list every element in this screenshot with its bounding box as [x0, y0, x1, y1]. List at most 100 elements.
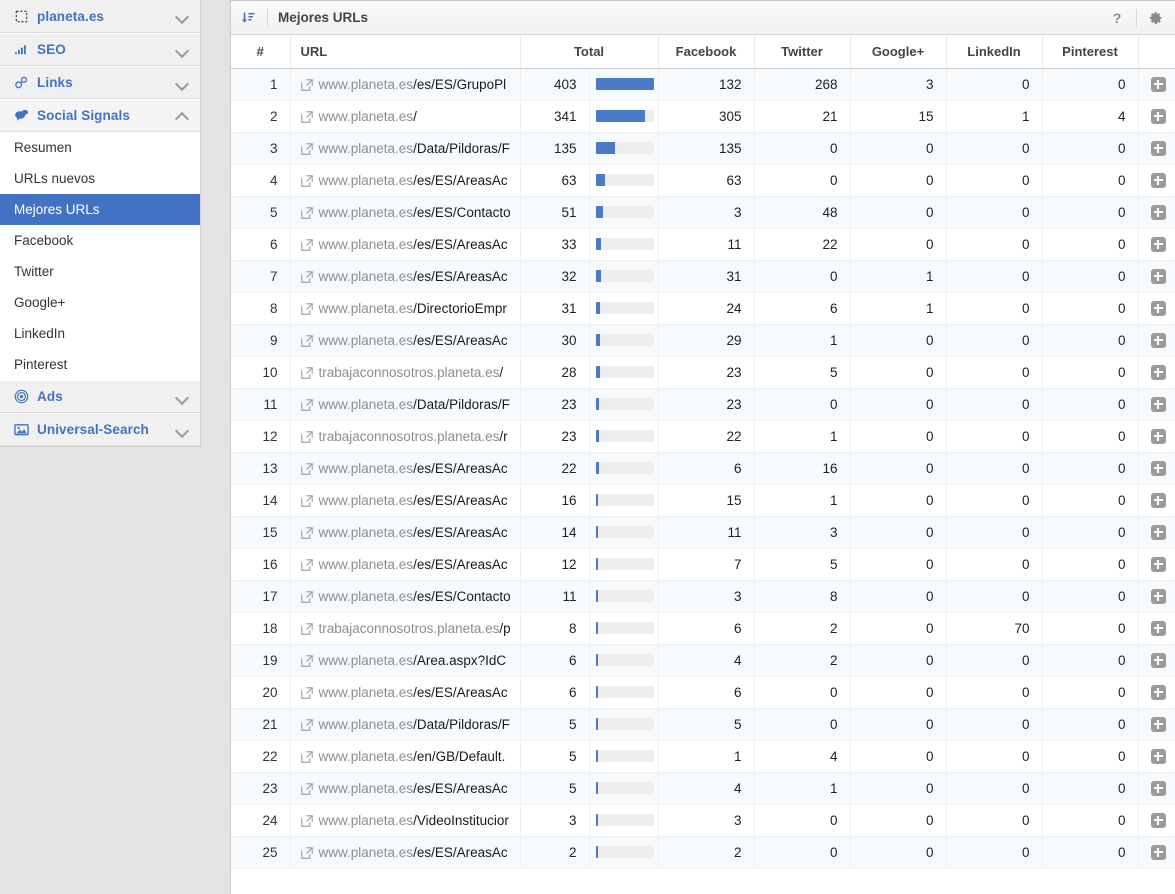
- expand-row-button[interactable]: [1150, 108, 1166, 124]
- chevron-down-icon[interactable]: [176, 43, 190, 57]
- expand-row-button[interactable]: [1150, 652, 1166, 668]
- cell-url[interactable]: trabajaconnosotros.planeta.es/: [290, 356, 521, 389]
- cell-url[interactable]: www.planeta.es/es/ES/AreasAc: [290, 772, 521, 805]
- cell-url[interactable]: www.planeta.es/es/ES/AreasAc: [290, 452, 521, 485]
- col-url[interactable]: URL: [290, 35, 521, 69]
- table-row[interactable]: 19 www.planeta.es/Area.aspx?IdC 6 4 2 0 0 0: [231, 644, 1175, 677]
- expand-row-button[interactable]: [1150, 556, 1166, 572]
- expand-row-button[interactable]: [1150, 396, 1166, 412]
- cell-url[interactable]: www.planeta.es/: [290, 100, 521, 133]
- sidebar-item-resumen[interactable]: Resumen: [0, 132, 200, 163]
- table-row[interactable]: 8 www.planeta.es/DirectorioEmpr 31 24 6 1 0 0: [231, 292, 1175, 325]
- cell-url[interactable]: www.planeta.es/Data/Pildoras/F: [290, 132, 521, 165]
- table-row[interactable]: 1 www.planeta.es/es/ES/GrupoPl 403 132 268 3 0…: [231, 68, 1175, 101]
- sort-descending-icon[interactable]: [239, 9, 257, 27]
- sidebar-item-urls-nuevos[interactable]: URLs nuevos: [0, 163, 200, 194]
- sidebar-item-pinterest[interactable]: Pinterest: [0, 349, 200, 380]
- table-row[interactable]: 12 trabajaconnosotros.planeta.es/r 23 22 1 0 0…: [231, 420, 1175, 453]
- cell-url[interactable]: www.planeta.es/es/ES/Contacto: [290, 196, 521, 229]
- sidebar-item-facebook[interactable]: Facebook: [0, 225, 200, 256]
- table-row[interactable]: 18 trabajaconnosotros.planeta.es/p 8 6 2 0 70 0: [231, 612, 1175, 645]
- cell-url[interactable]: trabajaconnosotros.planeta.es/p: [290, 612, 521, 645]
- chevron-down-icon[interactable]: [176, 76, 190, 90]
- col-facebook[interactable]: Facebook: [658, 35, 755, 69]
- cell-url[interactable]: www.planeta.es/es/ES/GrupoPl: [290, 68, 521, 101]
- expand-row-button[interactable]: [1150, 748, 1166, 764]
- col-linkedin[interactable]: LinkedIn: [946, 35, 1043, 69]
- sidebar-group-seo[interactable]: SEO: [0, 33, 200, 66]
- chevron-up-icon[interactable]: [176, 109, 190, 123]
- expand-row-button[interactable]: [1150, 620, 1166, 636]
- cell-url[interactable]: www.planeta.es/es/ES/AreasAc: [290, 164, 521, 197]
- gear-icon[interactable]: [1147, 9, 1165, 27]
- expand-row-button[interactable]: [1150, 588, 1166, 604]
- cell-url[interactable]: www.planeta.es/es/ES/AreasAc: [290, 324, 521, 357]
- cell-url[interactable]: www.planeta.es/es/ES/AreasAc: [290, 260, 521, 293]
- expand-row-button[interactable]: [1150, 428, 1166, 444]
- table-row[interactable]: 9 www.planeta.es/es/ES/AreasAc 30 29 1 0 0 0: [231, 324, 1175, 357]
- cell-url[interactable]: www.planeta.es/en/GB/Default.: [290, 740, 521, 773]
- expand-row-button[interactable]: [1150, 268, 1166, 284]
- table-row[interactable]: 11 www.planeta.es/Data/Pildoras/F 23 23 0 0 0 0: [231, 388, 1175, 421]
- table-row[interactable]: 21 www.planeta.es/Data/Pildoras/F 5 5 0 0 0 0: [231, 708, 1175, 741]
- expand-row-button[interactable]: [1150, 524, 1166, 540]
- expand-row-button[interactable]: [1150, 716, 1166, 732]
- expand-row-button[interactable]: [1150, 204, 1166, 220]
- chevron-down-icon[interactable]: [176, 9, 190, 23]
- sidebar-group-universal-search[interactable]: Universal-Search: [0, 413, 200, 446]
- sidebar-group-links[interactable]: Links: [0, 66, 200, 99]
- chevron-down-icon[interactable]: [176, 423, 190, 437]
- cell-url[interactable]: trabajaconnosotros.planeta.es/r: [290, 420, 521, 453]
- expand-row-button[interactable]: [1150, 780, 1166, 796]
- table-row[interactable]: 17 www.planeta.es/es/ES/Contacto 11 3 8 0 0 0: [231, 580, 1175, 613]
- sidebar-group-social-signals[interactable]: Social Signals: [0, 99, 200, 132]
- table-row[interactable]: 15 www.planeta.es/es/ES/AreasAc 14 11 3 0 0 0: [231, 516, 1175, 549]
- cell-url[interactable]: www.planeta.es/es/ES/AreasAc: [290, 484, 521, 517]
- table-row[interactable]: 14 www.planeta.es/es/ES/AreasAc 16 15 1 0 0 0: [231, 484, 1175, 517]
- col-twitter[interactable]: Twitter: [754, 35, 851, 69]
- sidebar-item-twitter[interactable]: Twitter: [0, 256, 200, 287]
- table-row[interactable]: 7 www.planeta.es/es/ES/AreasAc 32 31 0 1 0 0: [231, 260, 1175, 293]
- sidebar-item-mejores-urls[interactable]: Mejores URLs: [0, 194, 200, 225]
- col-googleplus[interactable]: Google+: [850, 35, 947, 69]
- table-row[interactable]: 5 www.planeta.es/es/ES/Contacto 51 3 48 0 0 0: [231, 196, 1175, 229]
- cell-url[interactable]: www.planeta.es/Data/Pildoras/F: [290, 388, 521, 421]
- col-rank[interactable]: #: [231, 35, 291, 69]
- expand-row-button[interactable]: [1150, 844, 1166, 860]
- cell-url[interactable]: www.planeta.es/Data/Pildoras/F: [290, 708, 521, 741]
- table-row[interactable]: 23 www.planeta.es/es/ES/AreasAc 5 4 1 0 0 0: [231, 772, 1175, 805]
- cell-url[interactable]: www.planeta.es/es/ES/AreasAc: [290, 516, 521, 549]
- expand-row-button[interactable]: [1150, 236, 1166, 252]
- expand-row-button[interactable]: [1150, 364, 1166, 380]
- expand-row-button[interactable]: [1150, 76, 1166, 92]
- table-row[interactable]: 16 www.planeta.es/es/ES/AreasAc 12 7 5 0 0 0: [231, 548, 1175, 581]
- table-row[interactable]: 24 www.planeta.es/VideoInstitucior 3 3 0 0 0 0: [231, 804, 1175, 837]
- expand-row-button[interactable]: [1150, 460, 1166, 476]
- table-row[interactable]: 6 www.planeta.es/es/ES/AreasAc 33 11 22 0 0 0: [231, 228, 1175, 261]
- expand-row-button[interactable]: [1150, 684, 1166, 700]
- table-row[interactable]: 2 www.planeta.es/341 305 21 15 1 4: [231, 100, 1175, 133]
- table-row[interactable]: 25 www.planeta.es/es/ES/AreasAc 2 2 0 0 0 0: [231, 836, 1175, 869]
- col-total[interactable]: Total: [520, 35, 659, 69]
- table-row[interactable]: 10 trabajaconnosotros.planeta.es/28 23 5 0 0 0: [231, 356, 1175, 389]
- expand-row-button[interactable]: [1150, 300, 1166, 316]
- expand-row-button[interactable]: [1150, 492, 1166, 508]
- expand-row-button[interactable]: [1150, 812, 1166, 828]
- sidebar-item-google[interactable]: Google+: [0, 287, 200, 318]
- sidebar-group-ads[interactable]: Ads: [0, 380, 200, 413]
- table-row[interactable]: 20 www.planeta.es/es/ES/AreasAc 6 6 0 0 0 0: [231, 676, 1175, 709]
- cell-url[interactable]: www.planeta.es/es/ES/AreasAc: [290, 228, 521, 261]
- table-row[interactable]: 22 www.planeta.es/en/GB/Default. 5 1 4 0 0 0: [231, 740, 1175, 773]
- chevron-down-icon[interactable]: [176, 390, 190, 404]
- cell-url[interactable]: www.planeta.es/es/ES/AreasAc: [290, 676, 521, 709]
- sidebar-item-linkedin[interactable]: LinkedIn: [0, 318, 200, 349]
- cell-url[interactable]: www.planeta.es/Area.aspx?IdC: [290, 644, 521, 677]
- cell-url[interactable]: www.planeta.es/DirectorioEmpr: [290, 292, 521, 325]
- cell-url[interactable]: www.planeta.es/es/ES/Contacto: [290, 580, 521, 613]
- cell-url[interactable]: www.planeta.es/es/ES/AreasAc: [290, 548, 521, 581]
- col-pinterest[interactable]: Pinterest: [1042, 35, 1139, 69]
- cell-url[interactable]: www.planeta.es/es/ES/AreasAc: [290, 836, 521, 869]
- table-row[interactable]: 4 www.planeta.es/es/ES/AreasAc 63 63 0 0 0 0: [231, 164, 1175, 197]
- expand-row-button[interactable]: [1150, 172, 1166, 188]
- help-icon[interactable]: ?: [1108, 9, 1126, 27]
